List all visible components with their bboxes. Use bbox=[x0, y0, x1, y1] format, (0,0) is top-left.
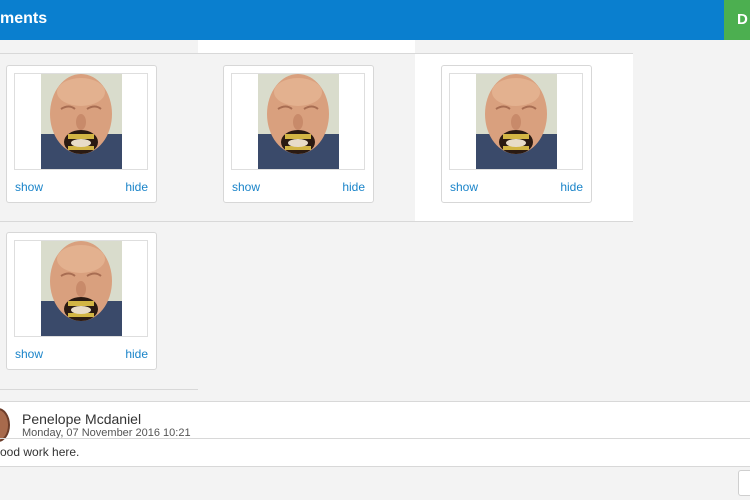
reply-button[interactable] bbox=[738, 470, 750, 496]
top-bar: ments D bbox=[0, 0, 750, 40]
mannequin-face-image bbox=[41, 74, 122, 169]
hide-link[interactable]: hide bbox=[125, 347, 148, 361]
dental-image[interactable] bbox=[14, 240, 148, 337]
gallery-row-1-middle-bg bbox=[198, 40, 415, 54]
show-link[interactable]: show bbox=[15, 180, 43, 194]
comment-text: ood work here. bbox=[0, 445, 80, 459]
top-right-button[interactable]: D bbox=[724, 0, 750, 40]
divider bbox=[0, 438, 750, 439]
show-link[interactable]: show bbox=[232, 180, 260, 194]
divider bbox=[0, 389, 198, 390]
hide-link[interactable]: hide bbox=[125, 180, 148, 194]
page-title: ments bbox=[0, 10, 48, 27]
comment: Penelope Mcdaniel Monday, 07 November 20… bbox=[0, 401, 750, 467]
image-card: show hide bbox=[6, 65, 157, 203]
mannequin-face-image bbox=[476, 74, 557, 169]
mannequin-face-image bbox=[41, 241, 122, 336]
divider bbox=[0, 53, 633, 54]
hide-link[interactable]: hide bbox=[560, 180, 583, 194]
comment-author: Penelope Mcdaniel bbox=[22, 411, 142, 427]
divider bbox=[0, 221, 633, 222]
dental-image[interactable] bbox=[14, 73, 148, 170]
hide-link[interactable]: hide bbox=[342, 180, 365, 194]
show-link[interactable]: show bbox=[15, 347, 43, 361]
avatar bbox=[0, 408, 10, 442]
dental-image[interactable] bbox=[231, 73, 365, 170]
image-card: show hide bbox=[223, 65, 374, 203]
mannequin-face-image bbox=[258, 74, 339, 169]
show-link[interactable]: show bbox=[450, 180, 478, 194]
image-card: show hide bbox=[6, 232, 157, 370]
image-card: show hide bbox=[441, 65, 592, 203]
dental-image[interactable] bbox=[449, 73, 583, 170]
